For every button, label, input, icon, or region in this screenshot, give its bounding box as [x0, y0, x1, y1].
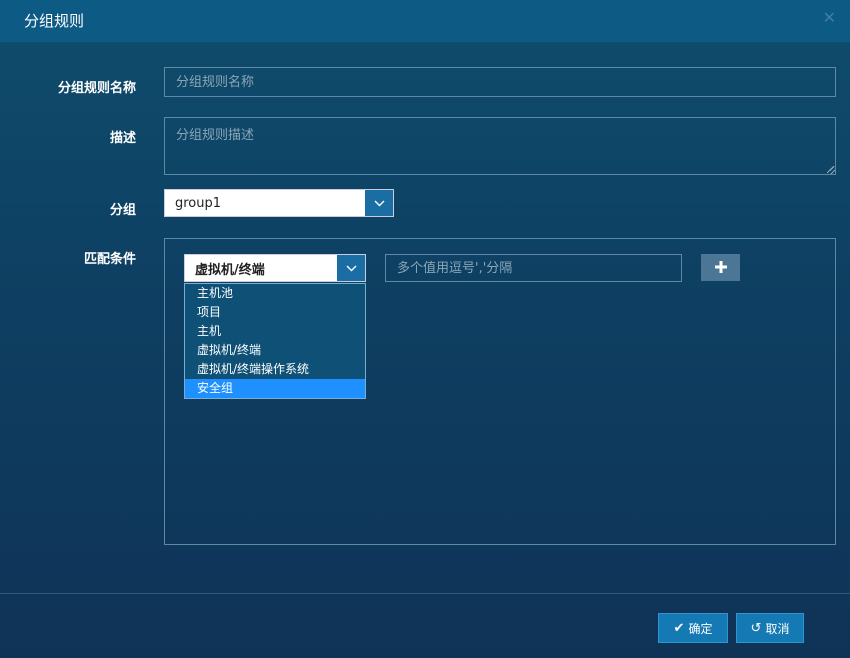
- dropdown-option-host-pool[interactable]: 主机池: [185, 284, 365, 303]
- rule-name-input[interactable]: [164, 67, 836, 97]
- rule-name-label: 分组规则名称: [57, 81, 136, 96]
- chevron-down-icon[interactable]: [337, 255, 365, 281]
- footer-divider: [0, 593, 850, 594]
- add-condition-button[interactable]: [701, 254, 740, 281]
- confirm-label: 确定: [688, 621, 713, 636]
- cancel-label: 取消: [765, 621, 790, 636]
- description-label: 描述: [109, 131, 136, 146]
- chevron-down-icon[interactable]: [365, 190, 393, 216]
- dropdown-option-vm-terminal[interactable]: 虚拟机/终端: [185, 341, 365, 360]
- condition-type-value: 虚拟机/终端: [195, 262, 265, 278]
- group-select[interactable]: group1: [164, 189, 394, 217]
- dialog-title: 分组规则: [24, 12, 85, 30]
- dialog-header: 分组规则 ✕: [0, 0, 850, 42]
- check-icon: ✔: [673, 620, 685, 636]
- undo-icon: ↺: [750, 620, 762, 636]
- condition-type-dropdown: 主机池 项目 主机 虚拟机/终端 虚拟机/终端操作系统 安全组: [184, 283, 366, 399]
- dropdown-option-project[interactable]: 项目: [185, 303, 365, 322]
- close-icon[interactable]: ✕: [823, 8, 836, 27]
- condition-value-input[interactable]: [385, 254, 682, 282]
- description-textarea[interactable]: [164, 117, 836, 175]
- resize-grip-icon[interactable]: [827, 166, 835, 174]
- group-label: 分组: [109, 203, 136, 218]
- plus-icon: [714, 257, 727, 278]
- dropdown-option-host[interactable]: 主机: [185, 322, 365, 341]
- condition-type-select[interactable]: 虚拟机/终端: [184, 254, 366, 282]
- dropdown-option-security-group[interactable]: 安全组: [185, 379, 365, 398]
- confirm-button[interactable]: ✔ 确定: [658, 613, 728, 643]
- group-rule-dialog: 分组规则 ✕ 分组规则名称 描述 分组 group1 匹配条件 虚拟机/终端 主…: [0, 0, 850, 658]
- description-wrapper: [164, 117, 836, 175]
- cancel-button[interactable]: ↺ 取消: [736, 613, 804, 643]
- match-conditions-label: 匹配条件: [83, 252, 136, 267]
- dropdown-option-vm-os[interactable]: 虚拟机/终端操作系统: [185, 360, 365, 379]
- group-select-value: group1: [175, 195, 222, 211]
